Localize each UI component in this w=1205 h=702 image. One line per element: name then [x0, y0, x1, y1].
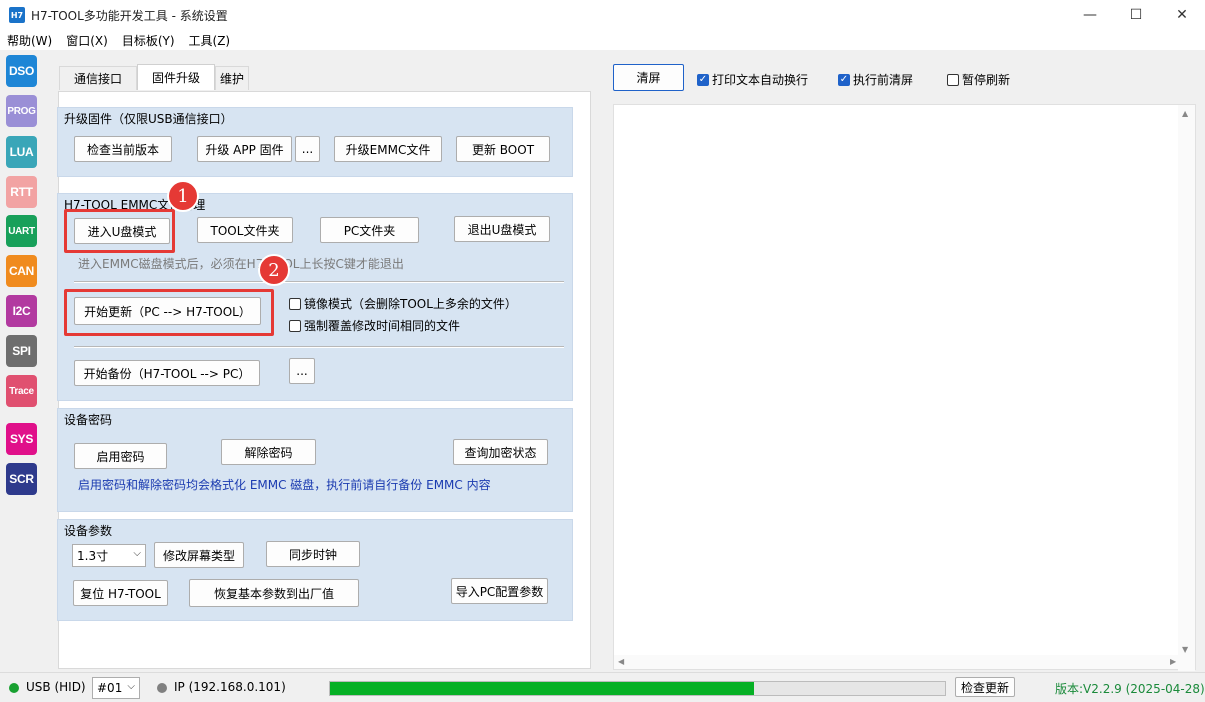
device-value: #01: [97, 681, 123, 695]
screen-size-value: 1.3寸: [77, 549, 109, 563]
pause-refresh-box[interactable]: [947, 73, 959, 86]
mirror-mode-box[interactable]: [289, 297, 301, 310]
password-hint: 启用密码和解除密码均会格式化 EMMC 磁盘，执行前请自行备份 EMMC 内容: [78, 478, 491, 492]
highlight-frame-1: [64, 209, 175, 253]
status-bar: USB (HID) #01 ⌵ IP (192.168.0.101) 检查更新 版…: [0, 672, 1205, 702]
pc-folder-button[interactable]: PC文件夹: [320, 217, 419, 243]
usb-status-icon: [9, 683, 19, 693]
query-encryption-button[interactable]: 查询加密状态: [453, 439, 548, 465]
backup-browse-button[interactable]: ...: [289, 358, 315, 384]
scr-button[interactable]: SCR: [6, 463, 37, 495]
update-boot-button[interactable]: 更新 BOOT: [456, 136, 550, 162]
tab-bar: 通信接口 固件升级 维护: [59, 64, 250, 90]
auto-wrap-label: 打印文本自动换行: [712, 73, 809, 87]
chevron-down-icon: ⌵: [127, 681, 135, 692]
usb-status: USB (HID): [26, 680, 86, 694]
version-label: 版本:V2.2.9 (2025-04-28): [1055, 682, 1205, 696]
mirror-mode-label: 镜像模式（会删除TOOL上多余的文件）: [304, 297, 517, 311]
sync-clock-button[interactable]: 同步时钟: [266, 541, 360, 567]
menu-target[interactable]: 目标板(Y): [115, 32, 182, 49]
check-icon[interactable]: ✓: [697, 73, 709, 86]
auto-wrap-checkbox[interactable]: ✓ 打印文本自动换行: [697, 71, 808, 88]
start-backup-button[interactable]: 开始备份（H7-TOOL --> PC）: [74, 360, 260, 386]
check-icon[interactable]: ✓: [838, 73, 850, 86]
pause-refresh-label: 暂停刷新: [962, 73, 1011, 87]
scroll-left-icon[interactable]: ◀: [618, 657, 624, 666]
params-group: 设备参数 1.3寸 ⌵ 修改屏幕类型 同步时钟 复位 H7-TOOL 恢复基本参数…: [57, 519, 573, 621]
reset-tool-button[interactable]: 复位 H7-TOOL: [73, 580, 168, 606]
minimize-button[interactable]: —: [1067, 0, 1113, 30]
menu-help[interactable]: 帮助(W): [0, 32, 59, 49]
rtt-button[interactable]: RTT: [6, 176, 37, 208]
menu-bar: 帮助(W) 窗口(X) 目标板(Y) 工具(Z): [0, 30, 1205, 50]
scroll-up-icon[interactable]: ▲: [1182, 109, 1188, 118]
close-button[interactable]: ✕: [1159, 0, 1205, 30]
check-update-button[interactable]: 检查更新: [955, 677, 1015, 697]
pause-refresh-checkbox[interactable]: 暂停刷新: [947, 71, 1010, 88]
change-screen-button[interactable]: 修改屏幕类型: [154, 542, 244, 568]
emmc-separator-2: [74, 346, 564, 348]
firmware-group-title: 升级固件（仅限USB通信接口）: [64, 112, 233, 126]
device-select[interactable]: #01 ⌵: [92, 677, 140, 699]
prog-button[interactable]: PROG: [6, 95, 37, 127]
horizontal-scrollbar[interactable]: ◀ ▶: [614, 655, 1180, 669]
restore-defaults-button[interactable]: 恢复基本参数到出厂值: [189, 579, 359, 607]
window-controls: — ☐ ✕: [1067, 0, 1205, 30]
clear-screen-button[interactable]: 清屏: [613, 64, 684, 91]
window-title: H7-TOOL多功能开发工具 - 系统设置: [31, 8, 228, 23]
exit-udisk-button[interactable]: 退出U盘模式: [454, 216, 550, 242]
sys-button[interactable]: SYS: [6, 423, 37, 455]
enable-password-button[interactable]: 启用密码: [74, 443, 167, 469]
highlight-frame-2: [64, 289, 274, 336]
import-pc-config-button[interactable]: 导入PC配置参数: [451, 578, 548, 604]
emmc-hint: 进入EMMC磁盘模式后，必须在H7-TOOL上长按C键才能退出: [78, 257, 404, 271]
can-button[interactable]: CAN: [6, 255, 37, 287]
ip-status: IP (192.168.0.101): [174, 680, 286, 694]
force-overwrite-checkbox[interactable]: 强制覆盖修改时间相同的文件: [289, 317, 460, 334]
spi-button[interactable]: SPI: [6, 335, 37, 367]
app-file-browse-button[interactable]: ...: [295, 136, 320, 162]
vertical-scrollbar[interactable]: ▲ ▼: [1178, 105, 1195, 671]
title-bar: H7 H7-TOOL多功能开发工具 - 系统设置 — ☐ ✕: [0, 0, 1205, 30]
module-toolbar: DSO PROG LUA RTT UART CAN I2C SPI Trace …: [0, 50, 44, 672]
step-badge-1: 1: [167, 180, 199, 212]
tab-firmware[interactable]: 固件升级: [137, 64, 216, 90]
maximize-button[interactable]: ☐: [1113, 0, 1159, 30]
tab-maintenance[interactable]: 维护: [215, 66, 250, 90]
clear-before-checkbox[interactable]: ✓ 执行前清屏: [838, 71, 913, 88]
upgrade-emmc-button[interactable]: 升级EMMC文件: [334, 136, 442, 162]
progress-fill: [330, 682, 754, 695]
menu-tools[interactable]: 工具(Z): [182, 32, 238, 49]
force-overwrite-box[interactable]: [289, 319, 301, 332]
i2c-button[interactable]: I2C: [6, 295, 37, 327]
step-badge-2: 2: [258, 254, 290, 286]
screen-size-select[interactable]: 1.3寸 ⌵: [72, 544, 146, 567]
menu-window[interactable]: 窗口(X): [59, 32, 115, 49]
scroll-right-icon[interactable]: ▶: [1170, 657, 1176, 666]
dso-button[interactable]: DSO: [6, 55, 37, 87]
params-group-title: 设备参数: [64, 524, 113, 538]
tool-folder-button[interactable]: TOOL文件夹: [197, 217, 293, 243]
password-group: 设备密码 启用密码 解除密码 查询加密状态 启用密码和解除密码均会格式化 EMM…: [57, 408, 573, 512]
upgrade-app-button[interactable]: 升级 APP 固件: [197, 136, 292, 162]
chevron-down-icon: ⌵: [133, 548, 141, 559]
progress-bar: [329, 681, 946, 696]
emmc-separator-1: [74, 281, 564, 283]
ip-status-icon: [157, 683, 167, 693]
password-group-title: 设备密码: [64, 413, 113, 427]
lua-button[interactable]: LUA: [6, 136, 37, 168]
log-output-area[interactable]: ▲ ▼ ◀ ▶: [613, 104, 1196, 671]
tab-comm[interactable]: 通信接口: [59, 66, 138, 90]
clear-before-label: 执行前清屏: [853, 73, 914, 87]
firmware-group: 升级固件（仅限USB通信接口） 检查当前版本 升级 APP 固件 ... 升级E…: [57, 107, 573, 177]
disable-password-button[interactable]: 解除密码: [221, 439, 316, 465]
trace-button[interactable]: Trace: [6, 375, 37, 407]
force-overwrite-label: 强制覆盖修改时间相同的文件: [304, 319, 461, 333]
mirror-mode-checkbox[interactable]: 镜像模式（会删除TOOL上多余的文件）: [289, 295, 517, 312]
check-version-button[interactable]: 检查当前版本: [74, 136, 172, 162]
app-icon: H7: [9, 7, 25, 23]
uart-button[interactable]: UART: [6, 215, 37, 247]
scroll-down-icon[interactable]: ▼: [1182, 645, 1188, 654]
